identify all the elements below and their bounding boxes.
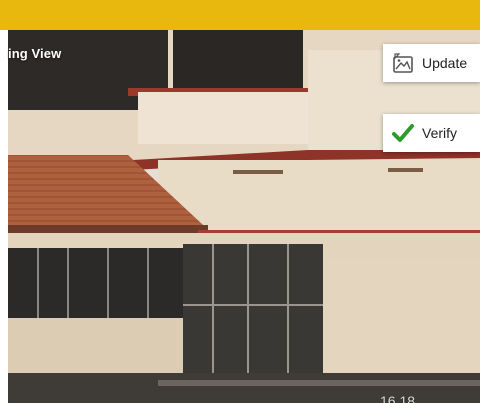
view-title: ing View — [8, 46, 62, 61]
verify-button[interactable]: Verify — [383, 114, 480, 152]
update-button[interactable]: Update — [383, 44, 480, 82]
check-icon — [390, 120, 416, 146]
update-label: Update — [422, 55, 468, 71]
top-app-bar — [0, 0, 480, 30]
building-photo — [8, 30, 480, 403]
image-edit-icon — [390, 50, 416, 76]
timestamp-text: 16 18 — [380, 393, 416, 403]
verify-label: Verify — [422, 125, 458, 141]
app-screen: ing View Update Verify 16 18 — [0, 0, 480, 403]
